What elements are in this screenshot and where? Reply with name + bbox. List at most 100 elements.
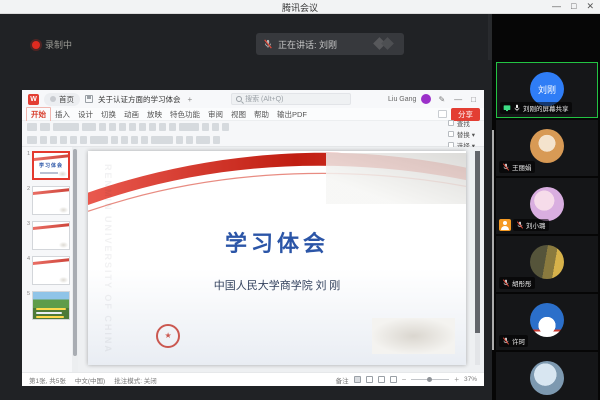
toolbar-row-paragraph[interactable] <box>27 136 229 144</box>
toolbar-icon[interactable] <box>129 123 136 131</box>
participant-tile-liuxiaolu[interactable]: 刘小璐 <box>496 178 598 234</box>
ribbon-tab-home[interactable]: 开始 <box>26 106 51 122</box>
ribbon-tab-view[interactable]: 视图 <box>227 108 250 121</box>
ribbon-tab-help[interactable]: 帮助 <box>250 108 273 121</box>
wps-user-name: Liu Gang <box>388 95 417 103</box>
wps-statusbar: 第1张, 共5张 中文(中国) 批注模式: 关闭 备注 − + 37% <box>22 372 484 386</box>
toolbar-icon[interactable] <box>212 123 219 131</box>
slide-thumbnail-3[interactable]: 3 <box>25 221 70 250</box>
toolbar-icon[interactable] <box>99 123 106 131</box>
wps-minimize-button[interactable]: — <box>452 95 464 104</box>
mic-icon <box>514 104 520 112</box>
slide-thumbnail-4[interactable]: 4 <box>25 256 70 285</box>
close-button[interactable]: ✕ <box>586 1 594 12</box>
toolbar-row-font[interactable] <box>27 123 229 131</box>
participant-tile-xuke[interactable]: 许珂 <box>496 294 598 350</box>
view-normal-icon[interactable] <box>353 376 361 383</box>
participant-tile-hutongtong[interactable]: 胡彤彤 <box>496 236 598 292</box>
ribbon-tab-features[interactable]: 特色功能 <box>166 108 204 121</box>
document-tab[interactable]: 关于认证方面的学习体会 <box>98 94 181 105</box>
save-icon[interactable] <box>85 95 93 103</box>
toolbar-icon[interactable] <box>60 136 67 144</box>
find-button[interactable]: 查找 <box>457 118 470 128</box>
minimize-button[interactable]: — <box>552 1 561 12</box>
toolbar-icon[interactable] <box>186 136 193 144</box>
toolbar-icon[interactable] <box>40 123 50 131</box>
replace-button[interactable]: 替换 ▾ <box>457 129 475 139</box>
toolbar-icon[interactable] <box>151 136 173 144</box>
toolbar-icon[interactable] <box>202 123 209 131</box>
window-title: 腾讯会议 <box>281 3 318 13</box>
participant-tile-wanglijuan[interactable]: 王丽娟 <box>496 120 598 176</box>
sidebar-scrollbar[interactable] <box>492 130 494 350</box>
ribbon-tab-review[interactable]: 审阅 <box>204 108 227 121</box>
slide-canvas: RENMIN UNIVERSITY OF CHINA ★ 学习体会 中国人民大学… <box>78 147 484 372</box>
toolbar-icon[interactable] <box>169 123 176 131</box>
wps-user-avatar[interactable] <box>421 94 432 104</box>
toolbar-icon[interactable] <box>80 136 87 144</box>
meeting-watermark-icon <box>371 37 397 50</box>
ribbon-tab-insert[interactable]: 插入 <box>51 108 74 121</box>
toolbar-icon[interactable] <box>222 123 229 131</box>
toolbar-icon[interactable] <box>27 123 37 131</box>
participant-tile-liugang[interactable]: 刘刚 刘刚的屏幕共享 <box>496 62 598 118</box>
toolbar-icon[interactable] <box>90 136 108 144</box>
ribbon-tab-transition[interactable]: 切换 <box>97 108 120 121</box>
toolbar-icon[interactable] <box>119 123 126 131</box>
toolbar-icon[interactable] <box>176 136 183 144</box>
maximize-button[interactable]: □ <box>571 1 576 12</box>
ribbon-tab-slideshow[interactable]: 放映 <box>143 108 166 121</box>
wps-restore-button[interactable]: □ <box>469 95 478 104</box>
slide-thumbnail-1[interactable]: 1 学习体会 <box>25 151 70 180</box>
zoom-out-button[interactable]: − <box>402 375 407 384</box>
slide-subtitle: 中国人民大学商学院 刘 刚 <box>213 280 341 293</box>
wps-workspace: 1 学习体会 2 3 4 5 RENMIN UNIVERSITY OF CHIN… <box>22 147 484 372</box>
toolbar-icon[interactable] <box>70 136 77 144</box>
view-slideshow-icon[interactable] <box>389 376 397 383</box>
canvas-scrollbar[interactable] <box>475 151 480 365</box>
zoom-slider[interactable] <box>411 377 450 382</box>
status-language: 中文(中国) <box>74 377 106 385</box>
muted-mic-icon <box>264 39 272 49</box>
toolbar-icon[interactable] <box>111 136 118 144</box>
slide-thumbnail-2[interactable]: 2 <box>25 186 70 215</box>
replace-icon <box>447 130 454 137</box>
formatting-toolbar: 查找 替换 ▾ 选择 ▾ <box>22 118 484 150</box>
toolbar-icon[interactable] <box>40 136 47 144</box>
toolbar-icon[interactable] <box>131 136 138 144</box>
toolbar-icon[interactable] <box>141 136 148 144</box>
ribbon-tab-animation[interactable]: 动画 <box>120 108 143 121</box>
edit-mode-icon[interactable]: ✎ <box>436 95 447 104</box>
toolbar-icon[interactable] <box>27 136 37 144</box>
toolbar-icon[interactable] <box>109 123 116 131</box>
muted-mic-icon <box>516 221 524 229</box>
zoom-in-button[interactable]: + <box>454 375 459 384</box>
toolbar-icon[interactable] <box>139 123 146 131</box>
toolbar-icon[interactable] <box>121 136 128 144</box>
toolbar-icon[interactable] <box>149 123 156 131</box>
ribbon-collapse-icon[interactable] <box>438 110 447 118</box>
status-annotation: 批注模式: 关闭 <box>114 377 157 385</box>
toolbar-icon[interactable] <box>179 123 199 131</box>
current-slide[interactable]: RENMIN UNIVERSITY OF CHINA ★ 学习体会 中国人民大学… <box>88 151 466 365</box>
toolbar-icon[interactable] <box>196 136 210 144</box>
view-reading-icon[interactable] <box>377 376 385 383</box>
view-sorter-icon[interactable] <box>365 376 373 383</box>
wps-search-box[interactable]: 搜索 (Alt+Q) <box>231 93 352 105</box>
notes-button[interactable]: 备注 <box>336 375 349 385</box>
host-badge-icon <box>499 219 511 231</box>
new-tab-button[interactable]: + <box>186 95 195 104</box>
muted-mic-icon <box>502 163 510 171</box>
slide-thumbnail-5[interactable]: 5 <box>25 291 70 320</box>
wps-home-tab[interactable]: 首页 <box>44 92 80 106</box>
ribbon-tab-design[interactable]: 设计 <box>74 108 97 121</box>
toolbar-icon[interactable] <box>53 123 79 131</box>
participant-tile-partial[interactable] <box>496 352 598 400</box>
toolbar-icon[interactable] <box>213 136 220 144</box>
toolbar-icon[interactable] <box>82 123 96 131</box>
toolbar-icon[interactable] <box>159 123 166 131</box>
toolbar-icon[interactable] <box>50 136 57 144</box>
ribbon-tab-export-pdf[interactable]: 输出PDF <box>273 108 311 121</box>
zoom-level: 37% <box>463 376 477 383</box>
muted-mic-icon <box>502 337 510 345</box>
